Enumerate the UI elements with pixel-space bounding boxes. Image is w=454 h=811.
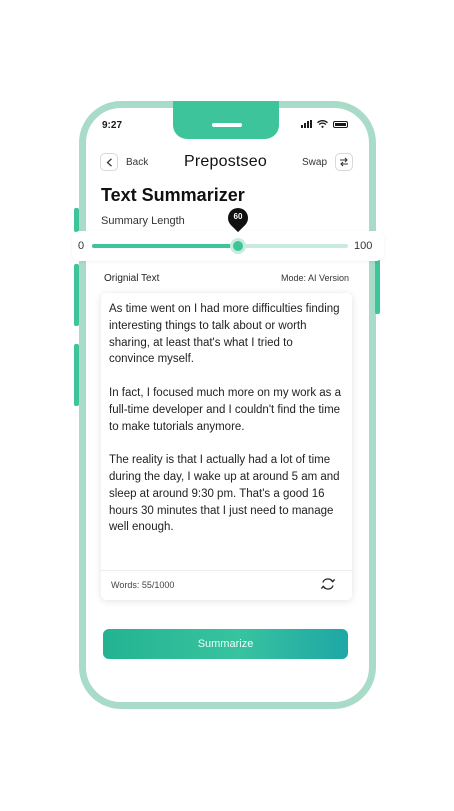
phone-notch	[173, 101, 279, 139]
phone-side-button	[74, 344, 79, 406]
wifi-icon	[317, 120, 328, 128]
status-icons	[301, 120, 348, 128]
notch-speaker	[212, 123, 242, 127]
chevron-left-icon	[100, 153, 118, 171]
phone-side-button	[74, 264, 79, 326]
status-time: 9:27	[102, 120, 123, 131]
refresh-icon[interactable]	[320, 577, 336, 591]
page-title: Text Summarizer	[101, 185, 245, 205]
swap-icon	[335, 153, 354, 171]
back-label: Back	[126, 156, 149, 168]
signal-icon	[301, 120, 312, 128]
original-text-label: Orignial Text	[104, 273, 160, 284]
summarize-button[interactable]: Summarize	[103, 629, 348, 659]
back-button[interactable]: Back	[100, 153, 148, 171]
slider-value: 60	[233, 212, 243, 221]
slider-thumb[interactable]	[230, 238, 246, 254]
original-text-card: As time went on I had more difficulties …	[101, 293, 352, 600]
summary-length-label: Summary Length	[101, 215, 185, 227]
word-count: Words: 55/1000	[111, 580, 175, 590]
slider-fill	[92, 244, 238, 248]
slider-min-label: 0	[78, 240, 85, 252]
swap-label: Swap	[302, 156, 328, 168]
card-divider	[101, 570, 352, 571]
mode-label[interactable]: Mode: AI Version	[281, 273, 349, 283]
app-title: Prepostseo	[184, 153, 267, 170]
summary-length-slider[interactable]: 60	[92, 203, 348, 254]
phone-power-button	[375, 254, 380, 314]
battery-icon	[333, 120, 348, 128]
slider-max-label: 100	[354, 240, 373, 252]
original-text-input[interactable]: As time went on I had more difficulties …	[109, 301, 341, 536]
swap-button[interactable]: Swap	[302, 153, 354, 171]
phone-side-button	[74, 208, 79, 232]
